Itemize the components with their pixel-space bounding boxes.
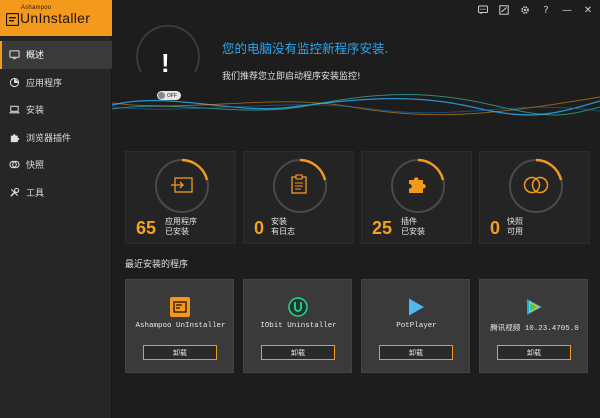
sidebar-item-label: 应用程序: [26, 78, 63, 89]
stat-value: 65: [136, 218, 157, 238]
sidebar-item-overview[interactable]: 概述: [0, 41, 112, 69]
ashampoo-icon: [170, 297, 190, 317]
app-name: PotPlayer: [396, 322, 437, 330]
stat-label-line1: 应用程序: [165, 217, 197, 226]
recent-app-tile: IObit Uninstaller 卸载: [243, 279, 352, 373]
stat-label: 应用程序 已安装: [165, 217, 197, 237]
stat-label-line2: 已安装: [401, 227, 425, 236]
laptop-icon: [8, 104, 20, 116]
sidebar: Ashampoo UnInstaller 概述 应用程序 安装 浏览器插件 快照…: [0, 0, 112, 418]
iobit-icon: [288, 297, 308, 317]
stat-label-line2: 已安装: [165, 227, 189, 236]
stat-value: 0: [254, 218, 265, 238]
app-logo: Ashampoo UnInstaller: [0, 0, 112, 36]
minimize-icon[interactable]: —: [561, 4, 573, 16]
app-name: 腾讯视频 10.23.4705.0: [490, 325, 579, 333]
puzzle-icon: [409, 177, 426, 193]
recent-app-tile: 腾讯视频 10.23.4705.0 卸载: [479, 279, 588, 373]
stat-value: 25: [372, 218, 393, 238]
stat-card-apps[interactable]: 65 应用程序 已安装: [125, 151, 236, 244]
stat-label-line1: 安装: [271, 217, 287, 226]
stat-label: 安装 有日志: [271, 217, 295, 237]
snapshot-icon: [8, 159, 20, 171]
recent-app-tile: PotPlayer 卸载: [361, 279, 470, 373]
stat-value: 0: [490, 218, 501, 238]
recent-programs-title: 最近安装的程序: [125, 260, 189, 270]
stat-label-line2: 有日志: [271, 227, 295, 236]
monitor-icon: [8, 49, 20, 61]
apps-icon: [8, 76, 20, 88]
stat-card-snapshots[interactable]: 0 快照 可用: [479, 151, 590, 244]
sidebar-item-tools[interactable]: 工具: [0, 179, 112, 207]
stat-label-line2: 可用: [507, 227, 523, 236]
puzzle-icon: [8, 131, 20, 143]
logo-title: UnInstaller: [20, 10, 91, 26]
window-controls: ? — ✕: [477, 4, 594, 16]
sidebar-item-install[interactable]: 安装: [0, 96, 112, 124]
sidebar-item-label: 快照: [26, 161, 45, 172]
app-name: IObit Uninstaller: [260, 322, 337, 330]
monitor-headline: 您的电脑没有监控新程序安装.: [222, 41, 389, 56]
sidebar-item-label: 浏览器插件: [26, 133, 72, 144]
note-icon[interactable]: [498, 4, 510, 16]
help-icon[interactable]: ?: [540, 4, 552, 16]
alert-glyph: !: [161, 48, 170, 78]
uninstall-button[interactable]: 卸载: [379, 345, 453, 360]
app-name: Ashampoo UnInstaller: [135, 322, 226, 330]
uninstall-button[interactable]: 卸载: [261, 345, 335, 360]
stat-label: 快照 可用: [507, 217, 523, 237]
tools-icon: [8, 186, 20, 198]
sidebar-item-snapshot[interactable]: 快照: [0, 151, 112, 179]
wave-decoration: [112, 94, 600, 116]
potplayer-icon: [409, 298, 424, 316]
stat-label-line1: 插件: [401, 217, 417, 226]
recent-app-tile: Ashampoo UnInstaller 卸载: [125, 279, 234, 373]
logo-mark-icon: [6, 13, 19, 26]
sidebar-item-label: 安装: [26, 106, 45, 117]
uninstall-button[interactable]: 卸载: [497, 345, 571, 360]
close-icon[interactable]: ✕: [582, 4, 594, 16]
sidebar-item-label: 工具: [26, 188, 45, 199]
stat-card-plugins[interactable]: 25 插件 已安装: [361, 151, 472, 244]
tencent-video-icon: [527, 299, 542, 315]
sidebar-nav: 概述 应用程序 安装 浏览器插件 快照 工具: [0, 41, 112, 206]
stat-card-installs[interactable]: 0 安装 有日志: [243, 151, 354, 244]
chat-icon[interactable]: [477, 4, 489, 16]
snapshot-icon: [523, 176, 549, 194]
sidebar-item-browser-plugins[interactable]: 浏览器插件: [0, 124, 112, 152]
monitor-subline: 我们推荐您立即启动程序安装监控!: [222, 72, 361, 82]
stat-label-line1: 快照: [507, 217, 523, 226]
uninstall-button[interactable]: 卸载: [143, 345, 217, 360]
install-icon: [171, 177, 193, 193]
stat-label: 插件 已安装: [401, 217, 425, 237]
sidebar-item-apps[interactable]: 应用程序: [0, 69, 112, 97]
sidebar-item-label: 概述: [26, 51, 45, 62]
clipboard-icon: [291, 174, 307, 194]
gear-icon[interactable]: [519, 4, 531, 16]
